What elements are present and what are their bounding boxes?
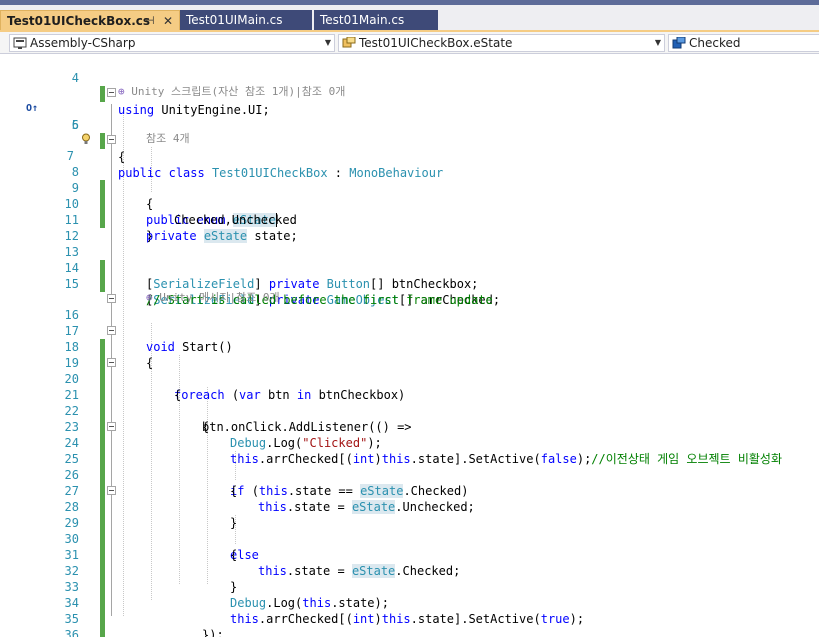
- code-line: 35 }: [0, 595, 819, 637]
- close-icon[interactable]: ✕: [163, 11, 173, 31]
- code-line: 31 }: [0, 531, 819, 594]
- collapse-icon[interactable]: [107, 135, 116, 144]
- chevron-down-icon[interactable]: ▼: [325, 35, 331, 51]
- code-line: 7 public enum eState: [0, 132, 819, 227]
- code-line: 30 this.state = eState.Checked;: [0, 515, 819, 578]
- code-line: 32 Debug.Log(this.state);: [0, 547, 819, 610]
- code-line: 21 {: [0, 371, 819, 434]
- lightbulb-icon[interactable]: [81, 133, 91, 145]
- member-dropdown[interactable]: Checked: [668, 34, 819, 52]
- tab-test01uimain[interactable]: Test01UIMain.cs: [180, 10, 312, 30]
- tab-label: Test01UICheckBox.cs: [7, 14, 151, 28]
- code-line: 20 btn.onClick.AddListener(() =>: [0, 355, 819, 434]
- navigation-bar: Assembly-CSharp ▼ Test01UICheckBox.eStat…: [0, 32, 819, 54]
- code-line: 19 {: [0, 339, 819, 402]
- code-line: 14 [SerializeField] private GameObject[]…: [0, 244, 819, 307]
- code-line: 26 this.state = eState.Unchecked;: [0, 451, 819, 514]
- member-name: Checked: [689, 36, 741, 50]
- enum-icon: [342, 37, 356, 48]
- code-line: 24 if (this.state == eState.Checked): [0, 419, 819, 498]
- project-dropdown[interactable]: Assembly-CSharp ▼: [9, 34, 335, 52]
- code-editor[interactable]: 4 using UnityEngine.UI; ⊕ Unity 스크립트(자산 …: [0, 54, 819, 637]
- code-line: 23 this.arrChecked[(int)this.state].SetA…: [0, 403, 819, 466]
- tab-test01uicheckbox[interactable]: Test01UICheckBox.cs ⊣ ✕: [0, 10, 180, 30]
- code-line: 17 {: [0, 307, 819, 370]
- code-line: 12: [0, 212, 819, 243]
- enum-member-icon: [672, 37, 686, 49]
- code-line: 8 {: [0, 148, 819, 211]
- code-line: 22 Debug.Log("Clicked");: [0, 387, 819, 450]
- code-line: 27 }: [0, 467, 819, 530]
- tab-label: Test01UIMain.cs: [186, 13, 283, 27]
- code-line: 29 {: [0, 499, 819, 562]
- code-line: 16 void Start(): [0, 291, 819, 354]
- type-dropdown[interactable]: Test01UICheckBox.eState ▼: [338, 34, 665, 52]
- collapse-icon[interactable]: [107, 294, 116, 303]
- code-line: 25 {: [0, 435, 819, 498]
- title-accent-bar: [0, 0, 819, 5]
- code-line: 18 foreach (var btn in btnCheckbox): [0, 323, 819, 402]
- code-line: 37: [0, 627, 819, 637]
- code-line: 6 {: [0, 101, 819, 164]
- code-line: 11 private eState state;: [0, 196, 819, 243]
- code-line: 34 });: [0, 579, 819, 637]
- code-line: 10 }: [0, 180, 819, 243]
- collapse-icon[interactable]: [107, 486, 116, 495]
- pin-icon[interactable]: ⊣: [145, 11, 155, 31]
- collapse-icon[interactable]: [107, 326, 116, 335]
- codelens-line: ⊕ Unity 스크립트(자산 참조 1개)|참조 0개: [0, 69, 819, 98]
- collapse-icon[interactable]: [107, 358, 116, 367]
- collapse-icon[interactable]: [107, 88, 116, 97]
- code-line: 33 this.arrChecked[(int)this.state].SetA…: [0, 563, 819, 626]
- chevron-down-icon[interactable]: ▼: [655, 35, 661, 51]
- code-line: 15 // Start is called before the first f…: [0, 260, 819, 307]
- code-line: 4 using UnityEngine.UI;: [0, 54, 819, 117]
- code-line: 13 [SerializeField] private Button[] btn…: [0, 228, 819, 291]
- tab-test01main[interactable]: Test01Main.cs: [314, 10, 438, 30]
- collapse-icon[interactable]: [107, 422, 116, 431]
- code-line: 36 }: [0, 611, 819, 637]
- tab-label: Test01Main.cs: [320, 13, 405, 27]
- code-line: 28 else: [0, 483, 819, 562]
- project-name: Assembly-CSharp: [30, 36, 136, 50]
- document-tab-strip: Test01UICheckBox.cs ⊣ ✕ Test01UIMain.cs …: [0, 0, 819, 32]
- codelens-line: ⊕ Unity 메시지|참조 0개: [0, 275, 819, 304]
- code-line: O↑ 5 public class Test01UICheckBox : Mon…: [0, 85, 819, 180]
- project-icon: [13, 37, 27, 49]
- type-name: Test01UICheckBox.eState: [359, 36, 513, 50]
- code-line: 9 Checked,Unchecked: [0, 164, 819, 227]
- codelens-line: 참조 4개: [0, 116, 819, 145]
